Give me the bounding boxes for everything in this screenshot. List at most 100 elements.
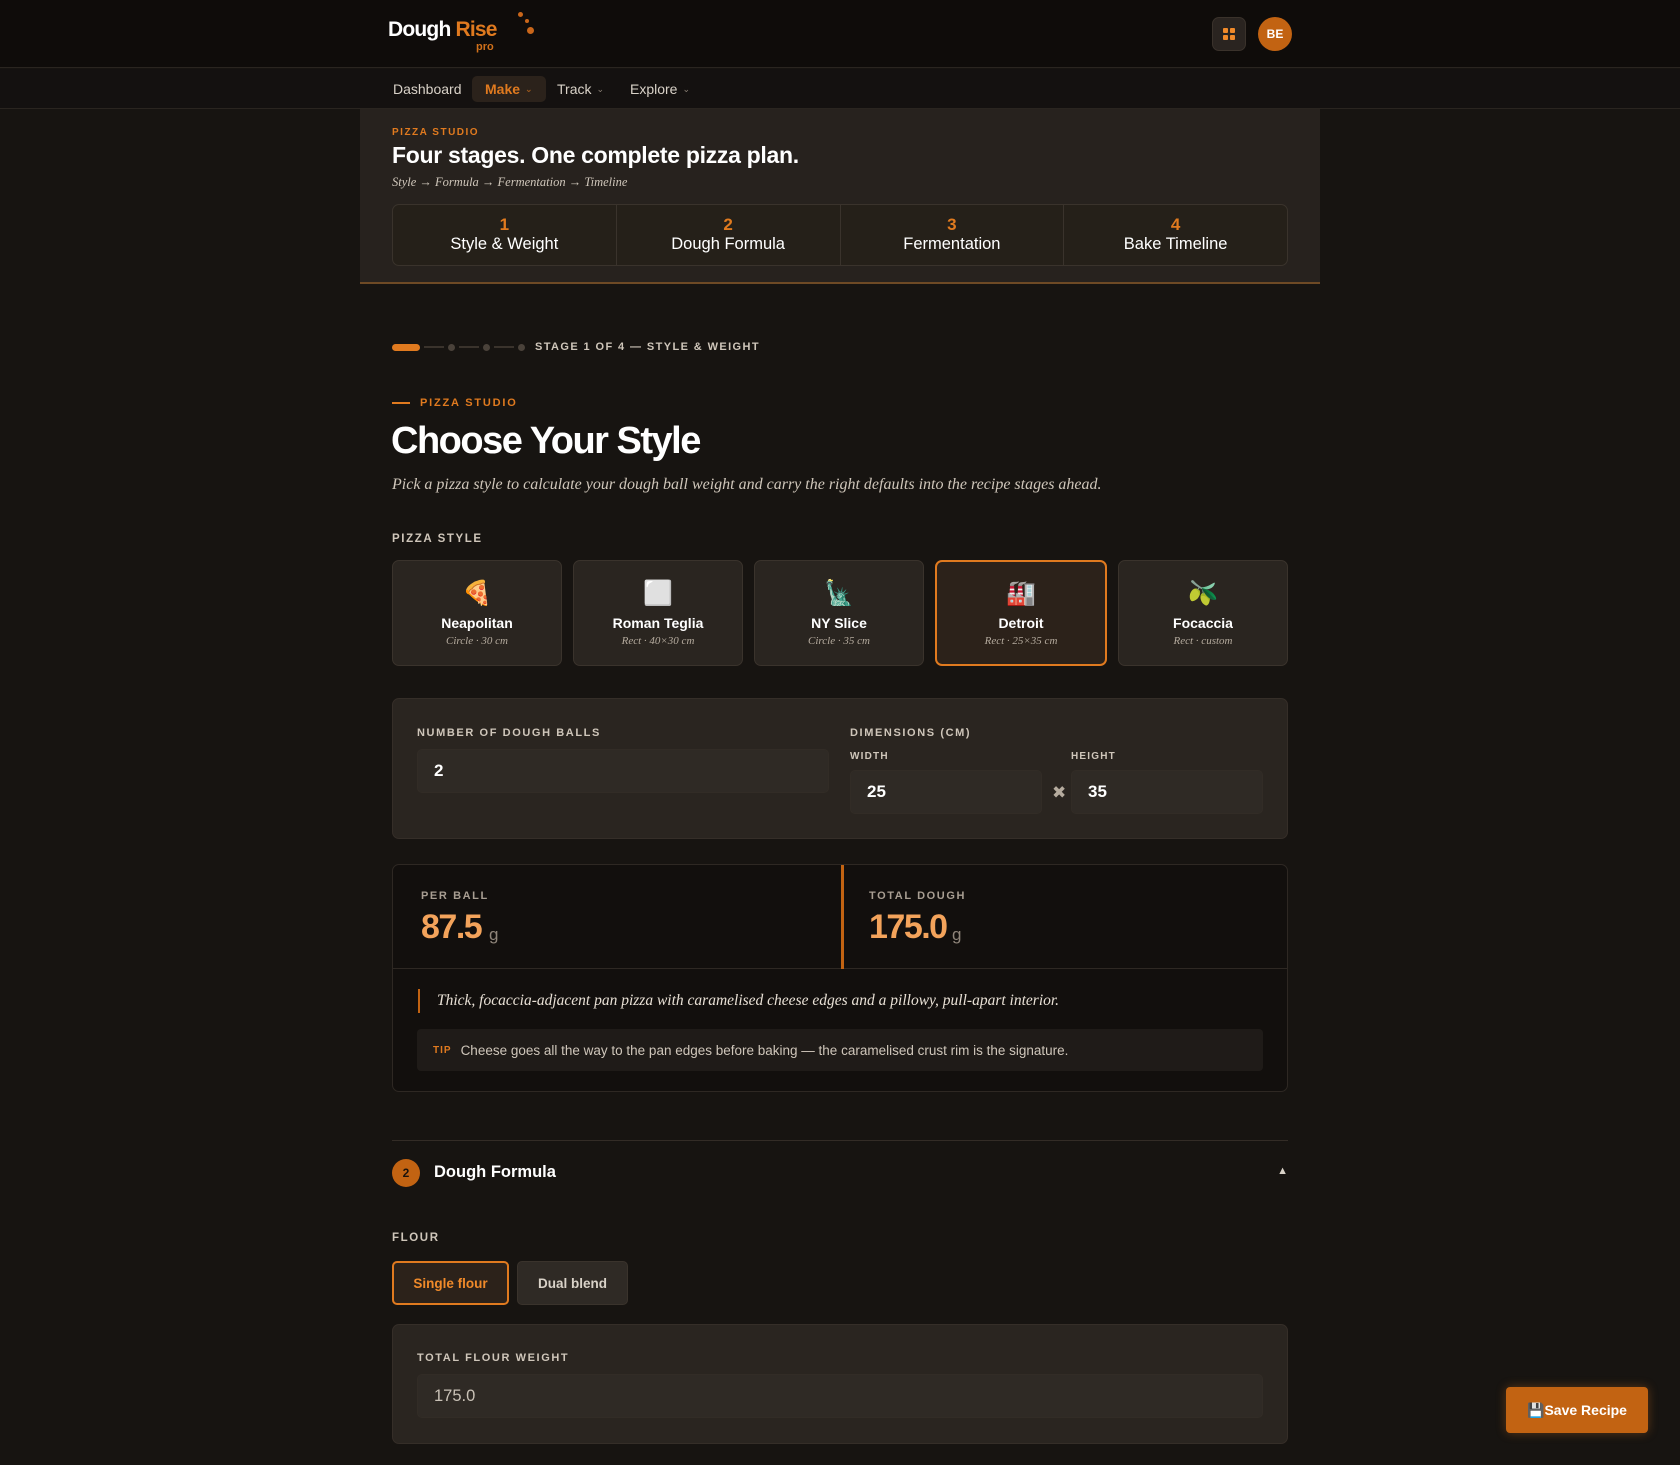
page-lead: Pick a pizza style to calculate your dou… bbox=[392, 476, 1102, 493]
dimensions-label: DIMENSIONS (CM) bbox=[850, 727, 972, 739]
nav-explore[interactable]: Explore ⌄ bbox=[630, 69, 690, 109]
width-input[interactable]: 25 bbox=[850, 770, 1042, 814]
nav-track-label: Track bbox=[557, 81, 592, 97]
nav-make[interactable]: Make ⌄ bbox=[472, 76, 546, 102]
stage-tab-fermentation[interactable]: 3 Fermentation bbox=[841, 205, 1065, 265]
nav-make-label: Make bbox=[485, 81, 521, 97]
studio-header: PIZZA STUDIO Four stages. One complete p… bbox=[360, 109, 1320, 284]
studio-kicker: PIZZA STUDIO bbox=[392, 127, 480, 138]
progress-connector bbox=[494, 346, 514, 348]
dough-balls-label: NUMBER OF DOUGH BALLS bbox=[417, 727, 601, 739]
logo-word-rise: Rise bbox=[455, 18, 497, 41]
style-description: Thick, focaccia-adjacent pan pizza with … bbox=[418, 989, 1059, 1013]
progress-step bbox=[518, 343, 525, 351]
floppy-disk-icon: 💾 bbox=[1527, 1401, 1545, 1418]
progress-label: STAGE 1 OF 4 — STYLE & WEIGHT bbox=[535, 341, 760, 353]
stage-tab-dough-formula[interactable]: 2 Dough Formula bbox=[617, 205, 841, 265]
tip-text: Cheese goes all the way to the pan edges… bbox=[460, 1042, 1069, 1058]
style-card-ny-slice[interactable]: 🗽 NY Slice Circle · 35 cm bbox=[754, 560, 924, 666]
logo-dots-icon bbox=[516, 12, 536, 42]
stage-tabs: 1 Style & Weight 2 Dough Formula 3 Ferme… bbox=[392, 204, 1288, 266]
height-input[interactable]: 35 bbox=[1071, 770, 1263, 814]
chevron-down-icon: ⌄ bbox=[682, 83, 691, 94]
stage-number: 4 bbox=[1170, 215, 1181, 234]
style-name: Roman Teglia bbox=[612, 614, 704, 631]
style-name: Detroit bbox=[998, 614, 1044, 631]
stage-tab-bake-timeline[interactable]: 4 Bake Timeline bbox=[1064, 205, 1287, 265]
style-card-focaccia[interactable]: 🫒 Focaccia Rect · custom bbox=[1118, 560, 1288, 666]
style-sub: Rect · 40×30 cm bbox=[621, 634, 695, 647]
total-flour-input[interactable]: 175.0 bbox=[417, 1374, 1263, 1418]
dough-balls-input[interactable]: 2 bbox=[417, 749, 829, 793]
section-divider bbox=[392, 1140, 1288, 1141]
results-divider bbox=[841, 865, 844, 969]
page-title: Choose Your Style bbox=[391, 420, 701, 462]
flour-label: FLOUR bbox=[392, 1232, 440, 1244]
logo-tier: pro bbox=[476, 41, 494, 53]
progress-connector bbox=[424, 346, 444, 348]
save-recipe-button[interactable]: 💾 Save Recipe bbox=[1506, 1387, 1648, 1433]
kicker-dash bbox=[392, 402, 410, 404]
collapse-icon[interactable]: ▲ bbox=[1277, 1165, 1288, 1177]
nav-dashboard-label: Dashboard bbox=[393, 81, 462, 97]
total-dough-value: 175.0 bbox=[869, 908, 948, 946]
grid-icon-cell bbox=[1230, 28, 1235, 33]
stage-label: Style & Weight bbox=[450, 235, 559, 253]
style-name: NY Slice bbox=[811, 614, 867, 631]
nav-track[interactable]: Track ⌄ bbox=[557, 69, 604, 109]
nav-explore-label: Explore bbox=[630, 81, 678, 97]
total-flour-panel: TOTAL FLOUR WEIGHT 175.0 bbox=[392, 1324, 1288, 1444]
total-flour-label: TOTAL FLOUR WEIGHT bbox=[417, 1352, 570, 1364]
statue-of-liberty-icon: 🗽 bbox=[824, 579, 854, 607]
progress-connector bbox=[459, 346, 479, 348]
dough-formula-header[interactable]: 2 Dough Formula ▲ bbox=[392, 1159, 1288, 1187]
progress-step bbox=[448, 343, 455, 351]
nav-dashboard[interactable]: Dashboard bbox=[393, 69, 462, 109]
section-kicker-text: PIZZA STUDIO bbox=[420, 397, 518, 409]
progress-step-active bbox=[392, 343, 420, 351]
results-summary: PER BALL 87.5 g TOTAL DOUGH 175.0 g bbox=[393, 865, 1287, 969]
chevron-down-icon: ⌄ bbox=[596, 83, 605, 94]
stage-progress: STAGE 1 OF 4 — STYLE & WEIGHT bbox=[392, 340, 760, 354]
studio-flow: Style → Formula → Fermentation → Timelin… bbox=[392, 175, 628, 189]
dough-inputs-panel: NUMBER OF DOUGH BALLS 2 DIMENSIONS (CM) … bbox=[392, 698, 1288, 839]
save-recipe-label: Save Recipe bbox=[1544, 1402, 1627, 1418]
pizza-slice-icon: 🍕 bbox=[462, 579, 492, 607]
style-cards: 🍕 Neapolitan Circle · 30 cm ⬜ Roman Tegl… bbox=[392, 560, 1288, 666]
avatar[interactable]: BE bbox=[1258, 17, 1292, 51]
style-card-roman-teglia[interactable]: ⬜ Roman Teglia Rect · 40×30 cm bbox=[573, 560, 743, 666]
style-card-neapolitan[interactable]: 🍕 Neapolitan Circle · 30 cm bbox=[392, 560, 562, 666]
pizza-style-label: PIZZA STYLE bbox=[392, 533, 483, 545]
studio-headline: Four stages. One complete pizza plan. bbox=[392, 142, 799, 168]
chevron-down-icon: ⌄ bbox=[525, 83, 533, 94]
logo-word-dough: Dough bbox=[388, 18, 451, 41]
per-ball-value: 87.5 bbox=[421, 908, 483, 946]
stage-tab-style-weight[interactable]: 1 Style & Weight bbox=[393, 205, 617, 265]
width-label: WIDTH bbox=[850, 751, 889, 762]
factory-icon: 🏭 bbox=[1006, 579, 1036, 607]
logo[interactable]: Dough Rise pro bbox=[388, 18, 497, 53]
main-nav: Dashboard Make ⌄ Track ⌄ Explore ⌄ bbox=[0, 69, 1680, 109]
progress-step bbox=[483, 343, 490, 351]
total-dough-label: TOTAL DOUGH bbox=[869, 890, 967, 902]
style-sub: Rect · custom bbox=[1173, 634, 1233, 647]
tip-label: TIP bbox=[433, 1044, 452, 1056]
square-icon: ⬜ bbox=[643, 579, 673, 607]
style-card-detroit[interactable]: 🏭 Detroit Rect · 25×35 cm bbox=[935, 560, 1107, 666]
dough-results: PER BALL 87.5 g TOTAL DOUGH 175.0 g Thic… bbox=[392, 864, 1288, 1092]
stage-number: 2 bbox=[723, 215, 733, 234]
total-dough-unit: g bbox=[952, 925, 962, 944]
style-tip: TIP Cheese goes all the way to the pan e… bbox=[417, 1029, 1263, 1071]
section-title: Dough Formula bbox=[434, 1163, 556, 1181]
single-flour-button[interactable]: Single flour bbox=[392, 1261, 509, 1305]
dual-blend-button[interactable]: Dual blend bbox=[517, 1261, 628, 1305]
grid-icon-cell bbox=[1230, 35, 1235, 40]
style-sub: Circle · 30 cm bbox=[446, 634, 508, 647]
section-kicker: PIZZA STUDIO bbox=[392, 397, 518, 409]
per-ball-label: PER BALL bbox=[421, 890, 489, 902]
stage-label: Bake Timeline bbox=[1123, 235, 1228, 253]
height-label: HEIGHT bbox=[1071, 751, 1116, 762]
apps-grid-button[interactable] bbox=[1212, 17, 1246, 51]
stage-label: Fermentation bbox=[903, 235, 1001, 253]
section-number-badge: 2 bbox=[392, 1159, 420, 1187]
